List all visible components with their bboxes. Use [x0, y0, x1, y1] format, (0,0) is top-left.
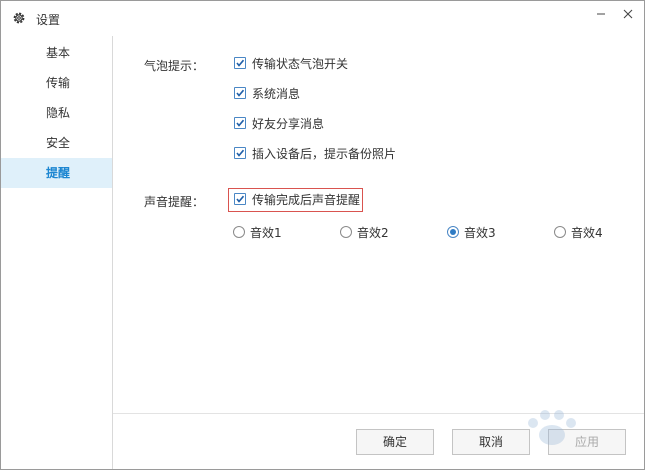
checkbox-label: 好友分享消息	[252, 116, 325, 131]
minimize-button[interactable]	[587, 1, 615, 27]
radio-button[interactable]	[233, 226, 245, 238]
footer-divider	[113, 413, 644, 414]
sound-effect-3[interactable]: 音效3	[447, 224, 496, 240]
title-bar: 设置	[1, 1, 644, 35]
apply-button[interactable]: 应用	[548, 429, 626, 455]
radio-button[interactable]	[447, 226, 459, 238]
sidebar-item-transfer[interactable]: 传输	[1, 68, 112, 98]
checkmark-icon	[236, 119, 245, 127]
checkbox[interactable]	[234, 147, 246, 159]
gear-icon	[12, 11, 26, 25]
checkbox-label: 系统消息	[252, 86, 301, 101]
sidebar-item-security[interactable]: 安全	[1, 128, 112, 158]
checkbox[interactable]	[234, 193, 246, 205]
radio-label: 音效3	[464, 225, 496, 240]
window-title: 设置	[36, 13, 61, 27]
sidebar-item-basic[interactable]: 基本	[1, 38, 112, 68]
radio-label: 音效1	[250, 225, 282, 240]
checkmark-icon	[236, 59, 245, 67]
radio-label: 音效2	[357, 225, 389, 240]
checkbox-label: 传输状态气泡开关	[252, 56, 349, 71]
sidebar-item-reminder[interactable]: 提醒	[1, 158, 112, 188]
bubble-option-friend-share[interactable]: 好友分享消息	[234, 115, 324, 131]
sidebar-item-privacy[interactable]: 隐私	[1, 98, 112, 128]
settings-content: 气泡提示： 传输状态气泡开关 系统消息 好友分享消息 插入设备后，提示备份照片	[113, 36, 644, 469]
radio-button[interactable]	[554, 226, 566, 238]
cancel-button[interactable]: 取消	[452, 429, 530, 455]
sound-option-transfer-complete[interactable]: 传输完成后声音提醒	[234, 191, 360, 207]
minimize-icon	[597, 13, 605, 15]
checkbox[interactable]	[234, 117, 246, 129]
checkmark-icon	[236, 89, 245, 97]
sound-section-label: 声音提醒：	[144, 195, 205, 209]
ok-button[interactable]: 确定	[356, 429, 434, 455]
checkmark-icon	[236, 195, 245, 203]
sound-effect-2[interactable]: 音效2	[340, 224, 389, 240]
close-icon	[623, 9, 633, 19]
sidebar: 基本 传输 隐私 安全 提醒	[1, 36, 113, 469]
checkbox[interactable]	[234, 87, 246, 99]
bubble-option-transfer-status[interactable]: 传输状态气泡开关	[234, 55, 348, 71]
checkbox[interactable]	[234, 57, 246, 69]
settings-window: 设置 基本 传输 隐私 安全 提醒 气泡提示： 传输状态气泡开关 系统消息 好友…	[0, 0, 645, 470]
sound-effect-4[interactable]: 音效4	[554, 224, 603, 240]
checkmark-icon	[236, 149, 245, 157]
checkbox-label: 传输完成后声音提醒	[252, 192, 361, 207]
radio-button[interactable]	[340, 226, 352, 238]
close-button[interactable]	[614, 1, 642, 27]
sound-effect-1[interactable]: 音效1	[233, 224, 282, 240]
checkbox-label: 插入设备后，提示备份照片	[252, 146, 397, 161]
bubble-option-backup-photos[interactable]: 插入设备后，提示备份照片	[234, 145, 396, 161]
radio-label: 音效4	[571, 225, 603, 240]
bubble-section-label: 气泡提示：	[144, 59, 205, 73]
bubble-option-system-messages[interactable]: 系统消息	[234, 85, 300, 101]
